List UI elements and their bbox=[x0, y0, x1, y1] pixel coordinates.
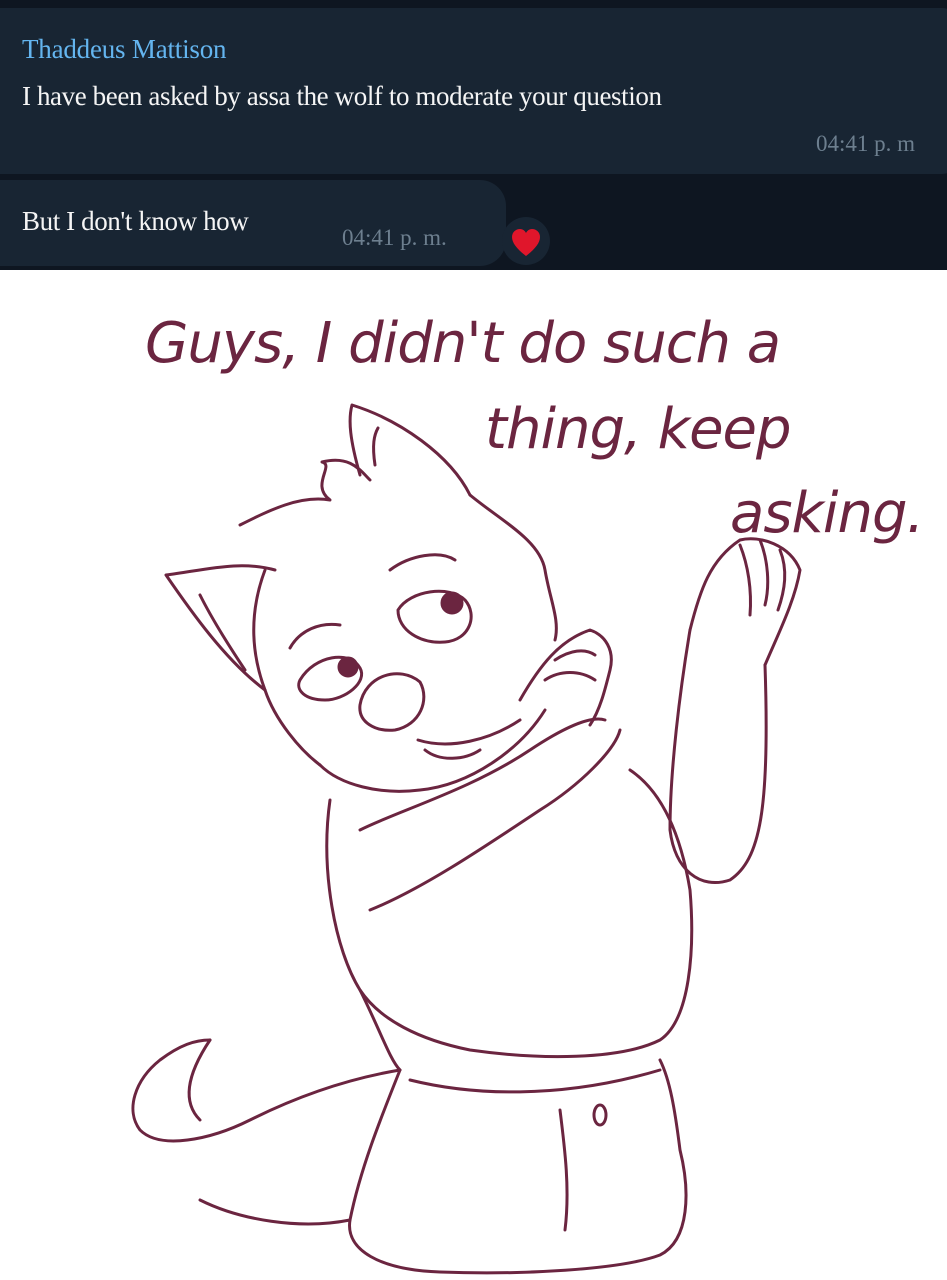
message-time: 04:41 p. m. bbox=[342, 225, 447, 250]
heart-icon bbox=[512, 229, 540, 256]
message-text: But I don't know how bbox=[22, 206, 249, 236]
page: Thaddeus Mattison I have been asked by a… bbox=[0, 0, 947, 1280]
reaction-badge[interactable] bbox=[502, 217, 550, 265]
sender-name[interactable]: Thaddeus Mattison bbox=[22, 34, 227, 65]
chat-panel: Thaddeus Mattison I have been asked by a… bbox=[0, 0, 947, 270]
wolf-illustration: Guys, I didn't do such a thing, keep ask… bbox=[131, 311, 924, 1275]
caption-line: thing, keep bbox=[485, 397, 791, 462]
caption-line: Guys, I didn't do such a bbox=[145, 311, 780, 376]
message-text: I have been asked by assa the wolf to mo… bbox=[22, 81, 662, 111]
message-time: 04:41 p. m bbox=[816, 131, 916, 156]
caption-line: asking. bbox=[730, 481, 923, 546]
drawing-panel: Guys, I didn't do such a thing, keep ask… bbox=[0, 270, 947, 1280]
wolf-figure bbox=[131, 403, 802, 1275]
